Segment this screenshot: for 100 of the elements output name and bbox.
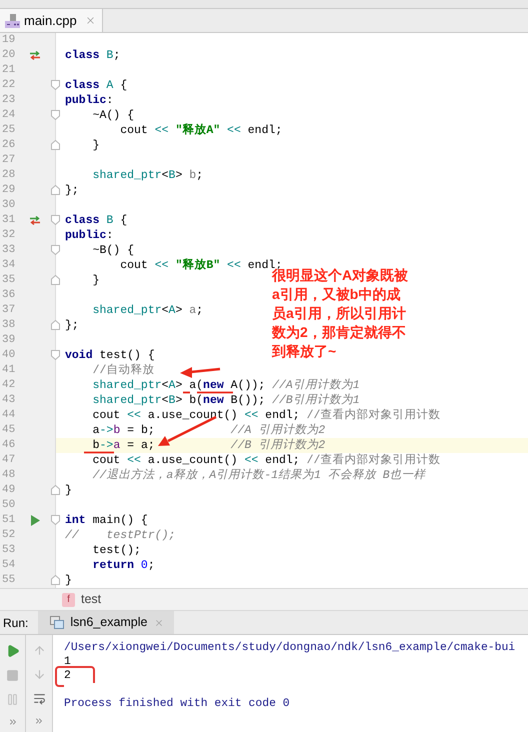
fold-icon[interactable] [51, 350, 60, 360]
line-number: 36 [2, 289, 16, 302]
code-line: } [65, 574, 72, 586]
code-line: void test() { [65, 350, 155, 362]
fold-icon[interactable] [51, 215, 60, 225]
line-number: 29 [2, 184, 16, 197]
line-number: 31 [2, 214, 16, 227]
cpp-file-icon [5, 14, 20, 28]
arrows-icon[interactable] [29, 51, 41, 60]
line-number: 46 [2, 439, 16, 452]
editor-tab[interactable]: main.cpp [0, 9, 103, 32]
line-number: 47 [2, 454, 16, 467]
soft-wrap-icon[interactable] [32, 692, 46, 705]
code-line: int main() { [65, 514, 148, 526]
line-number: 22 [2, 79, 16, 92]
breadcrumb-item[interactable]: test [81, 590, 102, 609]
fold-icon[interactable] [51, 110, 60, 120]
line-number: 42 [2, 379, 16, 392]
line-number: 52 [2, 529, 16, 542]
line-number: 54 [2, 559, 16, 572]
code-line: } [65, 484, 72, 496]
console-line: /Users/xiongwei/Documents/study/dongnao/ndk/lsn6_example/cmake-bui [64, 642, 516, 654]
tab-label: main.cpp [24, 12, 77, 30]
annotation-text: 很明显这个A对象既被a引用，又被b中的成员a引用，所以引用计数为2，那肯定就得不到释放了~ [272, 267, 410, 361]
code-line: class A { [65, 80, 128, 92]
more-icon[interactable] [34, 716, 44, 726]
run-icon[interactable] [6, 644, 20, 658]
fold-icon[interactable] [51, 245, 60, 255]
line-number: 49 [2, 484, 16, 497]
code-line: cout << "释放A" << endl; [119, 124, 282, 136]
line-number: 37 [2, 304, 16, 317]
line-number: 33 [2, 244, 16, 257]
annotation-arrow [180, 367, 220, 378]
line-number: 48 [2, 469, 16, 482]
fold-icon[interactable] [51, 575, 60, 585]
fold-icon[interactable] [51, 320, 60, 330]
line-number: 21 [2, 64, 16, 77]
underline-mark [84, 452, 114, 454]
line-number: 19 [2, 34, 16, 47]
line-number: 40 [2, 349, 16, 362]
line-number: 20 [2, 49, 16, 62]
code-line: class B; [65, 50, 120, 62]
code-line: //退出方法，a释放，A引用计数-1结果为1 不会释放 B也一样 [92, 470, 426, 482]
line-number: 55 [2, 574, 16, 587]
line-number: 32 [2, 229, 16, 242]
arrows-icon[interactable] [29, 216, 41, 225]
more-icon[interactable] [8, 717, 18, 727]
code-line: cout << a.use_count() << endl; //查看内部对象引用计数 [92, 410, 440, 422]
fold-icon[interactable] [51, 185, 60, 195]
line-number: 25 [2, 124, 16, 137]
code-line: public: [65, 230, 114, 242]
close-icon[interactable] [154, 618, 164, 628]
close-icon[interactable] [84, 15, 96, 26]
function-badge: f [62, 592, 75, 606]
line-number: 35 [2, 274, 16, 287]
line-number: 30 [2, 199, 16, 212]
console-line: Process finished with exit code 0 [64, 698, 290, 710]
code-line: shared_ptr<B> b(new B()); //B引用计数为1 [92, 394, 360, 406]
fold-icon[interactable] [51, 515, 60, 525]
code-line: shared_ptr<B> b; [92, 170, 204, 182]
run-tab[interactable]: lsn6_example [38, 611, 174, 634]
fold-icon[interactable] [51, 485, 60, 495]
code-line: //自动释放 [92, 364, 154, 376]
stop-icon[interactable] [6, 669, 19, 682]
down-arrow-icon[interactable] [32, 668, 46, 681]
line-number: 26 [2, 139, 16, 152]
line-number: 24 [2, 109, 16, 122]
code-line: } [92, 274, 100, 286]
code-line: ~A() { [92, 110, 134, 122]
line-number: 44 [2, 409, 16, 422]
line-number: 27 [2, 154, 16, 167]
line-number: 43 [2, 394, 16, 407]
fold-icon[interactable] [51, 140, 60, 150]
line-number: 34 [2, 259, 16, 272]
window-icon [50, 616, 64, 629]
fold-icon[interactable] [51, 80, 60, 90]
underline-mark [183, 392, 190, 394]
run-title: Run: [2, 614, 30, 632]
code-line: b->a = a; //B 引用计数为2 [92, 440, 326, 452]
code-line: }; [65, 184, 79, 196]
code-line: a->b = b; //A 引用计数为2 [92, 424, 326, 436]
line-number: 53 [2, 544, 16, 557]
code-line: } [92, 140, 100, 152]
line-number: 51 [2, 514, 16, 527]
console-line: 1 [64, 656, 71, 668]
line-number: 41 [2, 364, 16, 377]
up-arrow-icon[interactable] [32, 644, 46, 657]
code-line: }; [65, 320, 79, 332]
underline-mark [197, 392, 233, 394]
code-line: ~B() { [92, 244, 134, 256]
code-line: class B { [65, 214, 128, 226]
code-line: shared_ptr<A> a; [92, 304, 204, 316]
line-number: 45 [2, 424, 16, 437]
pause-icon[interactable] [6, 693, 19, 706]
code-line: // testPtr(); [65, 530, 176, 542]
code-line: shared_ptr<A> a(new A()); //A引用计数为1 [92, 380, 360, 392]
run-icon[interactable] [30, 515, 40, 526]
line-number: 39 [2, 334, 16, 347]
fold-icon[interactable] [51, 275, 60, 285]
line-number: 38 [2, 319, 16, 332]
